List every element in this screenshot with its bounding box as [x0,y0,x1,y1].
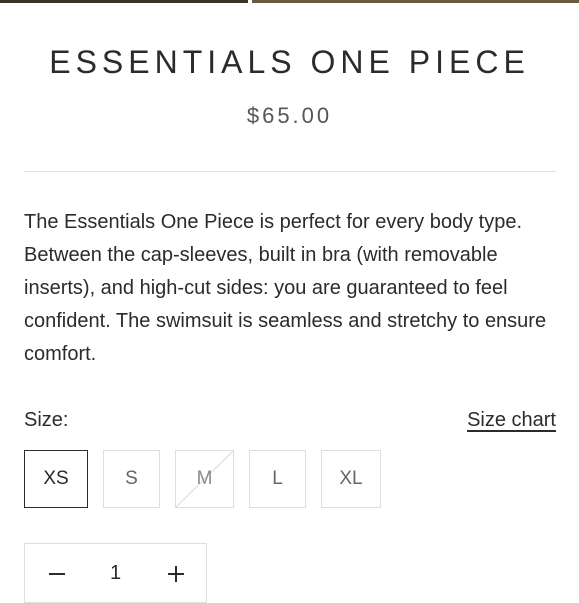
product-price: $65.00 [246,103,333,128]
size-label: Size: [24,409,69,431]
image-thumbnail-edge [252,0,579,3]
size-option-xl[interactable]: XL [321,450,381,508]
product-image-edge [0,0,579,3]
size-option-label: L [272,468,283,489]
size-chart-link[interactable]: Size chart [467,409,556,432]
size-option-l[interactable]: L [249,450,306,508]
plus-icon[interactable] [166,564,186,584]
size-option-label: XS [43,468,69,489]
size-option-label: XL [339,468,363,489]
product-title: ESSENTIALS ONE PIECE [49,44,530,80]
size-option-label: M [196,468,213,489]
size-option-label: S [125,468,138,489]
product-description: The Essentials One Piece is perfect for … [24,211,547,365]
size-option-m[interactable]: M [175,450,234,508]
image-thumbnail-edge [0,0,248,3]
size-option-xs[interactable]: XS [24,450,88,508]
divider [24,171,556,172]
size-option-s[interactable]: S [103,450,160,508]
quantity-stepper: 1 [24,543,207,603]
